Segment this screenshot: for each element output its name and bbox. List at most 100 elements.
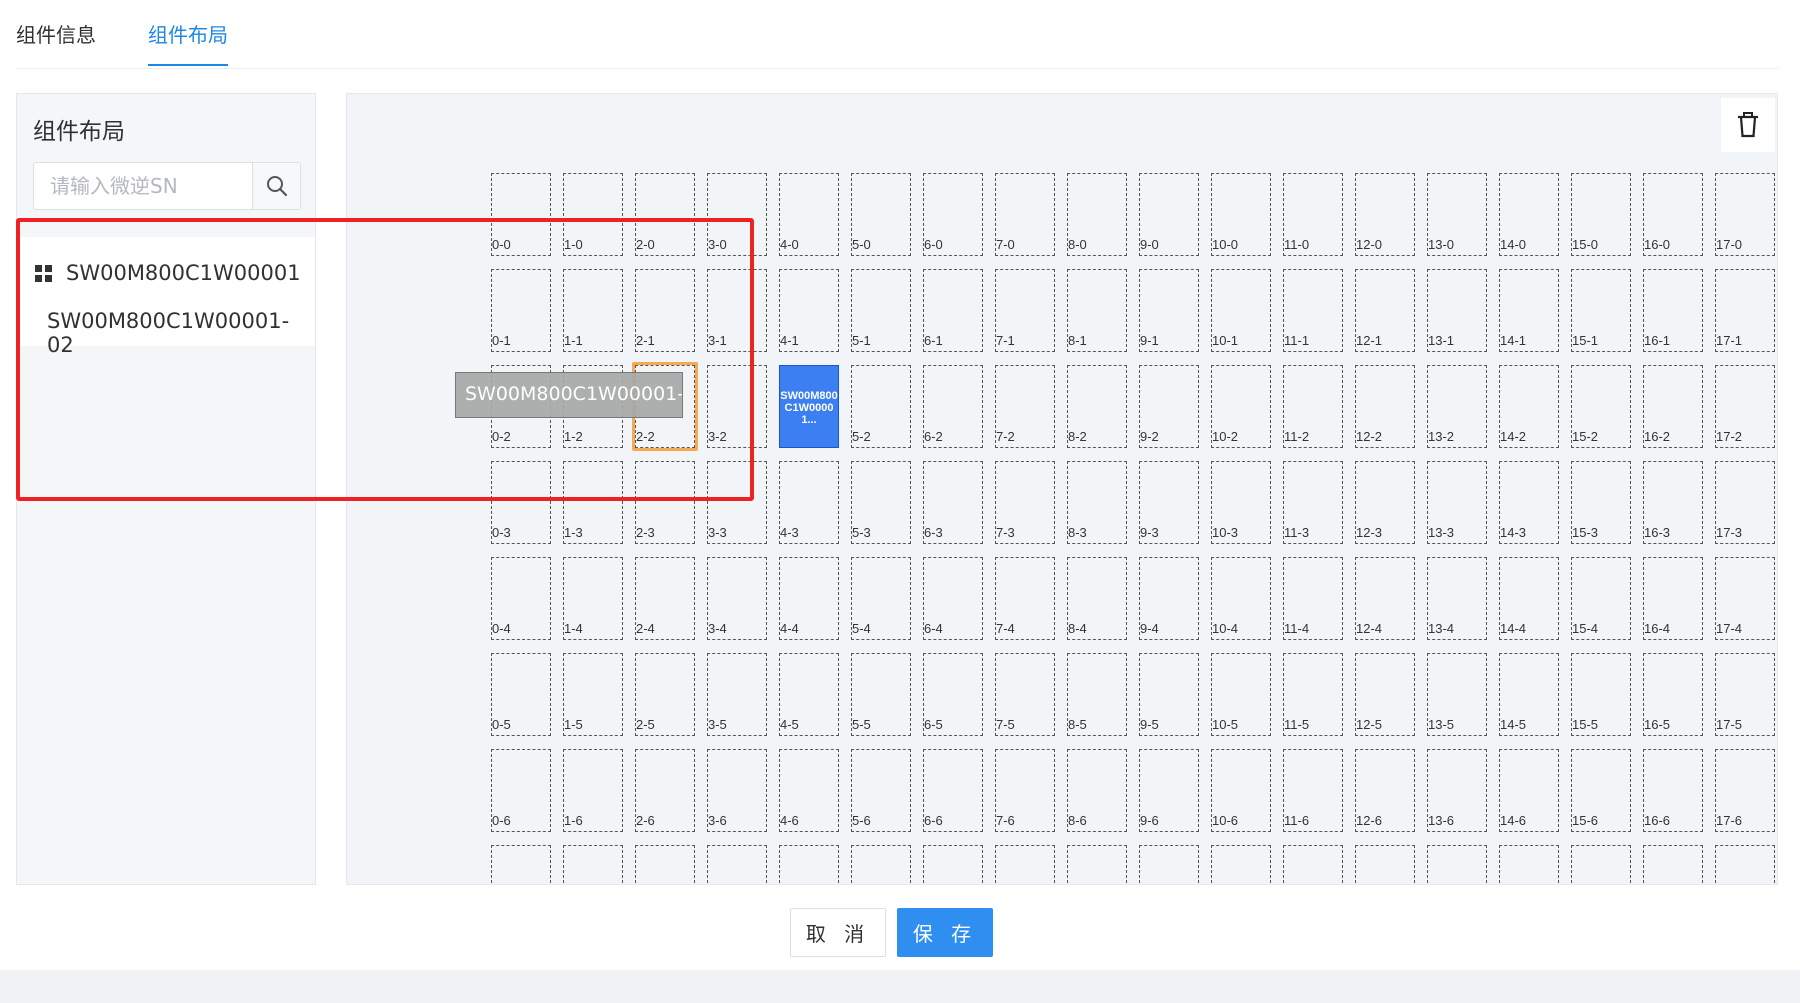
- grid-cell[interactable]: 0-0: [491, 173, 551, 256]
- delete-button[interactable]: [1721, 98, 1775, 152]
- grid-cell[interactable]: 12-6: [1355, 749, 1415, 832]
- grid-cell[interactable]: 10-6: [1211, 749, 1271, 832]
- grid-cell[interactable]: 10-3: [1211, 461, 1271, 544]
- layout-canvas[interactable]: 0-0 1-0 2-0 3-0 4-0 5-0 6-0 7-0 8-0 9-0 10-0 11-0 12…: [346, 93, 1778, 885]
- grid-cell[interactable]: 8-2: [1067, 365, 1127, 448]
- grid-cell[interactable]: 8-4: [1067, 557, 1127, 640]
- grid-cell[interactable]: 12-1: [1355, 269, 1415, 352]
- grid-cell[interactable]: 13-4: [1427, 557, 1487, 640]
- grid-cell[interactable]: 13-0: [1427, 173, 1487, 256]
- grid-cell[interactable]: 3-0: [707, 173, 767, 256]
- grid-cell[interactable]: 2-0: [635, 173, 695, 256]
- grid-cell[interactable]: [923, 845, 983, 884]
- grid-cell[interactable]: 3-3: [707, 461, 767, 544]
- grid-cell[interactable]: 0-3: [491, 461, 551, 544]
- grid-cell[interactable]: [1427, 845, 1487, 884]
- grid-cell[interactable]: 14-0: [1499, 173, 1559, 256]
- placed-component[interactable]: SW00M800C1W00001...: [779, 365, 839, 448]
- grid-cell[interactable]: [491, 845, 551, 884]
- grid-cell[interactable]: 4-3: [779, 461, 839, 544]
- grid-cell[interactable]: 11-1: [1283, 269, 1343, 352]
- grid-cell[interactable]: 13-3: [1427, 461, 1487, 544]
- grid-cell[interactable]: 2-4: [635, 557, 695, 640]
- grid-cell[interactable]: 13-6: [1427, 749, 1487, 832]
- cancel-button[interactable]: 取 消: [790, 908, 886, 957]
- grid-cell[interactable]: 9-5: [1139, 653, 1199, 736]
- grid-cell[interactable]: 6-2: [923, 365, 983, 448]
- grid-cell[interactable]: 11-5: [1283, 653, 1343, 736]
- grid-cell[interactable]: 17-0: [1715, 173, 1775, 256]
- grid-cell[interactable]: [563, 845, 623, 884]
- grid-cell[interactable]: [1571, 845, 1631, 884]
- grid-cell[interactable]: 6-5: [923, 653, 983, 736]
- grid-cell[interactable]: 1-5: [563, 653, 623, 736]
- grid-cell[interactable]: 8-0: [1067, 173, 1127, 256]
- grid-cell[interactable]: 9-3: [1139, 461, 1199, 544]
- grid-cell[interactable]: 9-1: [1139, 269, 1199, 352]
- grid-cell[interactable]: 13-2: [1427, 365, 1487, 448]
- grid-cell[interactable]: 12-0: [1355, 173, 1415, 256]
- search-button[interactable]: [252, 163, 300, 209]
- grid-cell[interactable]: 12-3: [1355, 461, 1415, 544]
- grid-cell[interactable]: 15-0: [1571, 173, 1631, 256]
- grid-cell[interactable]: 17-3: [1715, 461, 1775, 544]
- grid-cell[interactable]: 5-2: [851, 365, 911, 448]
- grid-cell[interactable]: 16-1: [1643, 269, 1703, 352]
- grid-cell[interactable]: [1499, 845, 1559, 884]
- grid-cell[interactable]: 0-1: [491, 269, 551, 352]
- grid-cell[interactable]: 9-6: [1139, 749, 1199, 832]
- grid-cell[interactable]: 4-1: [779, 269, 839, 352]
- grid-cell[interactable]: 4-5: [779, 653, 839, 736]
- grid-cell[interactable]: 8-3: [1067, 461, 1127, 544]
- grid-cell[interactable]: 11-6: [1283, 749, 1343, 832]
- grid-cell[interactable]: 14-5: [1499, 653, 1559, 736]
- search-input[interactable]: [34, 163, 252, 209]
- grid-cell[interactable]: 13-1: [1427, 269, 1487, 352]
- grid-cell[interactable]: 2-1: [635, 269, 695, 352]
- grid-cell[interactable]: 15-2: [1571, 365, 1631, 448]
- grid-cell[interactable]: 10-1: [1211, 269, 1271, 352]
- grid-cell[interactable]: [1139, 845, 1199, 884]
- grid-cell[interactable]: 3-1: [707, 269, 767, 352]
- grid-cell[interactable]: 4-6: [779, 749, 839, 832]
- grid-cell[interactable]: 5-6: [851, 749, 911, 832]
- grid-cell[interactable]: 9-4: [1139, 557, 1199, 640]
- grid-cell[interactable]: 12-2: [1355, 365, 1415, 448]
- grid-cell[interactable]: 16-5: [1643, 653, 1703, 736]
- grid-cell[interactable]: 8-6: [1067, 749, 1127, 832]
- grid-cell[interactable]: 11-2: [1283, 365, 1343, 448]
- grid-cell[interactable]: 14-4: [1499, 557, 1559, 640]
- grid-cell[interactable]: 16-4: [1643, 557, 1703, 640]
- save-button[interactable]: 保 存: [897, 908, 993, 957]
- grid-cell[interactable]: 1-6: [563, 749, 623, 832]
- grid-cell[interactable]: [779, 845, 839, 884]
- grid-cell[interactable]: 11-4: [1283, 557, 1343, 640]
- grid-cell[interactable]: 17-2: [1715, 365, 1775, 448]
- grid-cell[interactable]: 4-0: [779, 173, 839, 256]
- grid-cell[interactable]: 15-3: [1571, 461, 1631, 544]
- grid-cell[interactable]: [707, 845, 767, 884]
- grid-cell[interactable]: 12-4: [1355, 557, 1415, 640]
- grid-cell[interactable]: 14-3: [1499, 461, 1559, 544]
- grid-cell[interactable]: [1067, 845, 1127, 884]
- grid-cell[interactable]: 9-0: [1139, 173, 1199, 256]
- grid-cell[interactable]: 12-5: [1355, 653, 1415, 736]
- tree-child-item[interactable]: SW00M800C1W00001-02: [47, 309, 315, 357]
- grid-cell[interactable]: 7-4: [995, 557, 1055, 640]
- grid-cell[interactable]: 15-6: [1571, 749, 1631, 832]
- grid-cell[interactable]: 14-2: [1499, 365, 1559, 448]
- grid-cell[interactable]: 1-3: [563, 461, 623, 544]
- grid-cell[interactable]: 17-4: [1715, 557, 1775, 640]
- grid-cell[interactable]: 2-6: [635, 749, 695, 832]
- grid-cell[interactable]: 5-5: [851, 653, 911, 736]
- grid-cell[interactable]: 4-4: [779, 557, 839, 640]
- grid-cell[interactable]: 2-5: [635, 653, 695, 736]
- grid-cell[interactable]: 5-0: [851, 173, 911, 256]
- grid-cell[interactable]: 1-0: [563, 173, 623, 256]
- grid-cell[interactable]: 16-6: [1643, 749, 1703, 832]
- grid-cell[interactable]: 7-1: [995, 269, 1055, 352]
- grid-cell[interactable]: 5-4: [851, 557, 911, 640]
- grid-cell[interactable]: 7-5: [995, 653, 1055, 736]
- grid-cell[interactable]: 17-6: [1715, 749, 1775, 832]
- grid-cell[interactable]: [635, 845, 695, 884]
